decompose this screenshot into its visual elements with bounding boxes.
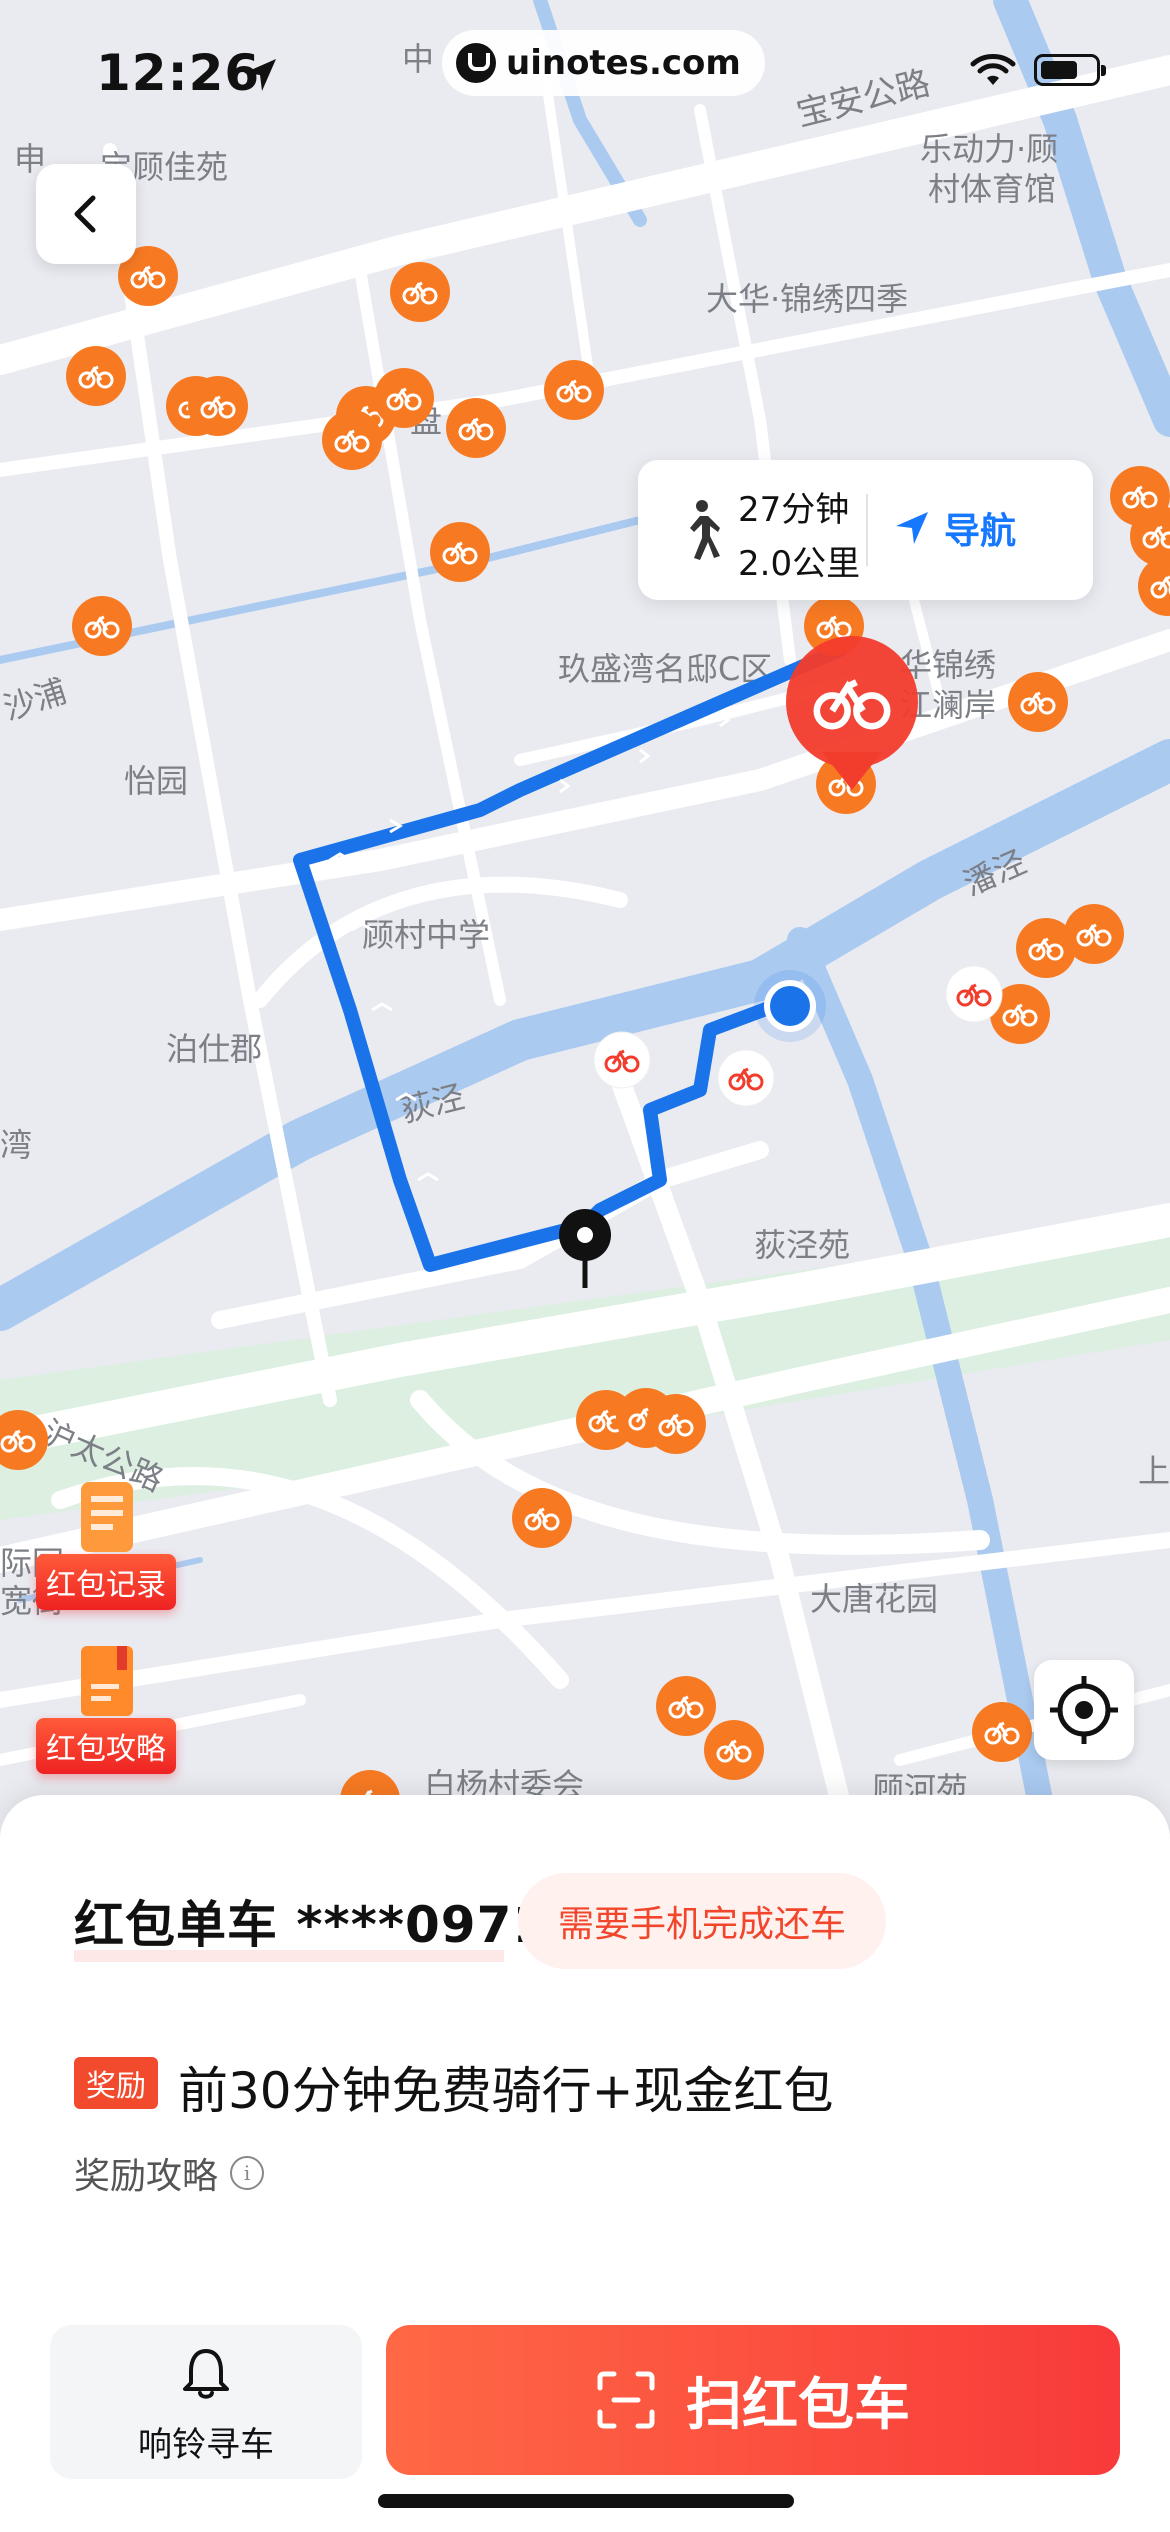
bike-info-sheet: 红包单车 ****0971 需要手机完成还车 奖励 前30分钟免费骑行+现金红包… [0, 1795, 1170, 2532]
bell-icon [183, 2349, 229, 2399]
crosshair-icon [1050, 1676, 1118, 1744]
navigation-card[interactable]: 27分钟 2.0公里 导航 [638, 460, 1093, 600]
map-label: 顾村中学 [362, 916, 490, 954]
scan-bike-label: 扫红包车 [686, 2372, 910, 2438]
back-button[interactable] [36, 164, 136, 264]
watermark-logo-icon [456, 43, 496, 83]
info-icon: i [230, 2156, 265, 2190]
walk-distance: 2.0公里 [738, 544, 861, 584]
map-label: 上 [1138, 1452, 1170, 1490]
scan-icon [597, 2371, 655, 2429]
book-icon [81, 1646, 133, 1716]
user-location-icon [754, 970, 826, 1042]
ring-bell-label: 响铃寻车 [138, 2425, 274, 2465]
map-label: 湾 [0, 1126, 32, 1164]
reward-guide-label: 奖励攻略 [74, 2156, 219, 2197]
walking-icon [690, 500, 720, 560]
walk-duration: 27分钟 [738, 490, 850, 530]
map-label: 玖盛湾名邸C区 [558, 650, 772, 688]
watermark-text: uinotes.com [506, 43, 741, 83]
reward-guide-link[interactable]: 奖励攻略 i [74, 2147, 265, 2199]
ring-bell-button[interactable]: 响铃寻车 [50, 2325, 362, 2479]
navigate-label: 导航 [944, 511, 1017, 552]
map-label: 大华·锦绣四季 [706, 280, 908, 318]
location-services-icon [244, 59, 276, 91]
navigate-button[interactable]: 导航 [894, 502, 1016, 554]
map-label: 泊仕郡 [166, 1030, 262, 1068]
reward-badge: 奖励 [74, 2057, 158, 2109]
map-label: 村体育馆 [928, 170, 1056, 208]
map-label: 大唐花园 [810, 1580, 938, 1618]
return-requirement-tag: 需要手机完成还车 [518, 1873, 887, 1969]
reward-description: 前30分钟免费骑行+现金红包 [178, 2062, 834, 2120]
records-label: 红包记录 [36, 1554, 176, 1610]
map-label: 荻泾苑 [754, 1226, 850, 1264]
status-time: 12:26 [96, 44, 261, 102]
wifi-icon [970, 54, 1016, 85]
red-packet-records-button[interactable]: 红包记录 [36, 1478, 176, 1610]
map-label: 华锦绣 [900, 646, 996, 684]
battery-icon [1034, 54, 1106, 86]
scan-bike-button[interactable]: 扫红包车 [386, 2325, 1120, 2475]
guide-label: 红包攻略 [36, 1718, 176, 1774]
divider [866, 494, 868, 566]
system-icons [970, 52, 1106, 88]
status-bar: 12:26 uinotes.com [0, 0, 1170, 150]
map-label: 怡园 [124, 762, 188, 800]
chevron-left-icon [74, 195, 96, 233]
notepad-icon [81, 1482, 133, 1552]
red-packet-guide-button[interactable]: 红包攻略 [36, 1642, 176, 1774]
bike-title: 红包单车 ****0971 [74, 1896, 549, 1954]
home-indicator [378, 2494, 794, 2508]
watermark-badge: uinotes.com [442, 30, 765, 96]
recenter-button[interactable] [1034, 1660, 1134, 1760]
navigation-arrow-icon [896, 512, 928, 544]
